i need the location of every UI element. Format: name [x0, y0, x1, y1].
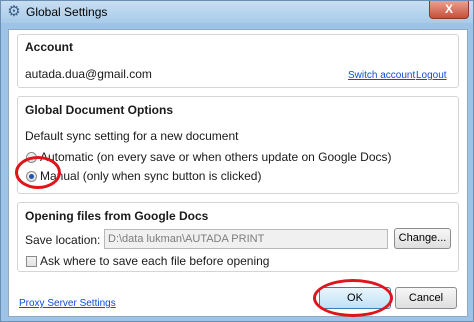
- proxy-settings-link[interactable]: Proxy Server Settings: [19, 298, 116, 309]
- cancel-button[interactable]: Cancel: [395, 287, 457, 309]
- logout-link[interactable]: Logout: [416, 70, 447, 81]
- title-bar[interactable]: ⚙ Global Settings X: [1, 1, 473, 23]
- settings-window: ⚙ Global Settings X Account autada.dua@g…: [0, 0, 474, 322]
- sync-setting-description: Default sync setting for a new document: [25, 129, 239, 143]
- close-icon: X: [444, 2, 453, 16]
- document-options-heading: Global Document Options: [25, 103, 174, 117]
- opening-files-heading: Opening files from Google Docs: [25, 209, 209, 223]
- ask-location-label[interactable]: Ask where to save each file before openi…: [40, 254, 269, 268]
- account-group: Account autada.dua@gmail.com Switch acco…: [17, 34, 459, 88]
- document-options-group: Global Document Options Default sync set…: [17, 96, 459, 194]
- ask-location-checkbox[interactable]: [26, 256, 37, 267]
- opening-files-group: Opening files from Google Docs Save loca…: [17, 202, 459, 272]
- ok-annotation-circle: [313, 279, 393, 317]
- save-location-field[interactable]: [104, 229, 388, 249]
- manual-annotation-circle: [15, 156, 61, 189]
- automatic-label[interactable]: Automatic (on every save or when others …: [40, 150, 392, 164]
- close-button[interactable]: X: [429, 1, 469, 19]
- switch-account-link[interactable]: Switch account: [348, 70, 415, 81]
- change-button[interactable]: Change...: [394, 228, 451, 249]
- save-location-label: Save location:: [25, 233, 101, 247]
- account-email: autada.dua@gmail.com: [25, 67, 152, 81]
- manual-label[interactable]: Manual (only when sync button is clicked…: [40, 169, 261, 183]
- dialog-content: Account autada.dua@gmail.com Switch acco…: [8, 29, 468, 317]
- gear-icon: ⚙: [7, 3, 21, 20]
- window-title: Global Settings: [26, 5, 108, 19]
- account-heading: Account: [25, 40, 73, 54]
